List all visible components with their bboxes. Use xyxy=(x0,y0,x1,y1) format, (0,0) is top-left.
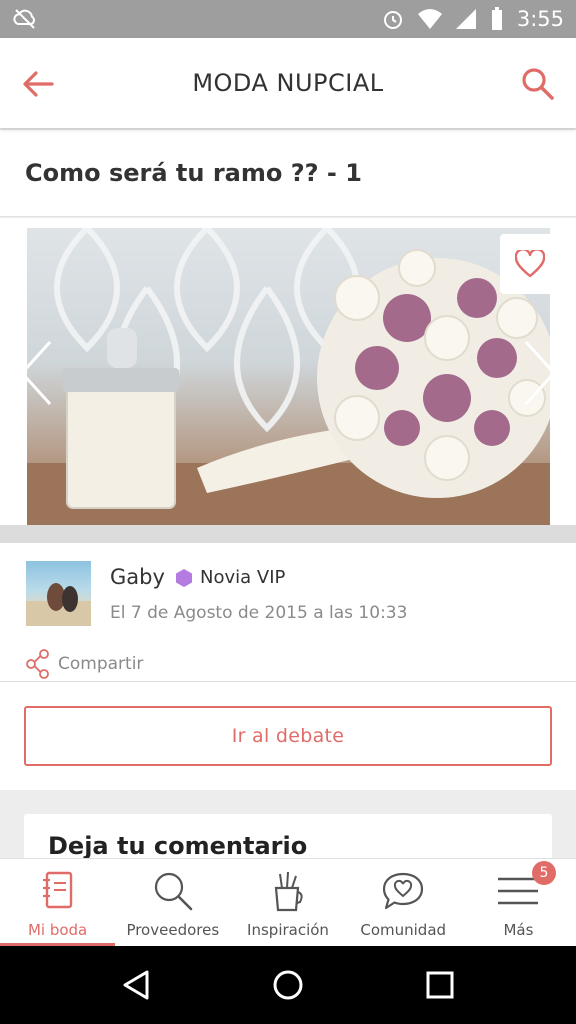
bouquet-illustration xyxy=(27,228,550,525)
alarm-icon xyxy=(383,11,402,29)
page-title: MODA NUPCIAL xyxy=(192,69,384,97)
share-button[interactable]: Compartir xyxy=(26,649,143,679)
bouquet-photo xyxy=(27,228,550,525)
search-icon xyxy=(154,872,193,911)
vip-badge: Novia VIP xyxy=(176,567,285,588)
nav-item-proveedores[interactable]: Proveedores xyxy=(115,859,230,946)
go-to-debate-button[interactable]: Ir al debate xyxy=(24,706,552,766)
menu-icon xyxy=(498,877,539,905)
cloud-off-icon xyxy=(13,9,35,29)
nav-label-comunidad: Comunidad xyxy=(360,921,447,939)
square-recents-icon xyxy=(426,971,454,999)
wifi-icon xyxy=(417,9,442,29)
nav-item-inspiracion[interactable]: Inspiración xyxy=(230,859,345,946)
carousel-bottom-divider xyxy=(0,525,576,543)
nav-item-comunidad[interactable]: Comunidad xyxy=(346,859,461,946)
search-icon xyxy=(522,68,554,100)
notification-badge: 5 xyxy=(532,861,557,885)
arrow-left-icon xyxy=(23,71,54,97)
avatar[interactable] xyxy=(26,561,91,626)
chat-heart-icon xyxy=(383,872,424,910)
system-home-button[interactable] xyxy=(266,963,310,1007)
chevron-left-icon xyxy=(19,340,52,406)
status-bar: 3:55 xyxy=(0,0,576,38)
system-back-button[interactable] xyxy=(114,963,158,1007)
post-date: El 7 de Agosto de 2015 a las 10:33 xyxy=(110,603,408,623)
nav-label-inspiracion: Inspiración xyxy=(247,921,329,939)
author-section: Gaby Novia VIP El 7 de Agosto de 2015 a … xyxy=(0,543,576,681)
share-label: Compartir xyxy=(58,654,144,674)
nav-label-proveedores: Proveedores xyxy=(126,921,220,939)
nav-item-mi-boda[interactable]: Mi boda xyxy=(0,859,116,946)
author-name[interactable]: Gaby xyxy=(110,565,165,589)
nav-label-mas: Más xyxy=(503,921,534,939)
system-nav-bar xyxy=(0,946,576,1024)
favorite-button[interactable] xyxy=(500,234,560,294)
app-bar: MODA NUPCIAL xyxy=(0,38,576,128)
previous-image-button[interactable] xyxy=(16,338,56,408)
comment-title: Deja tu comentario xyxy=(48,832,308,860)
chevron-right-icon xyxy=(524,340,557,406)
post-title: Como será tu ramo ?? - 1 xyxy=(25,159,362,187)
signal-icon xyxy=(455,9,476,29)
debate-section: Ir al debate xyxy=(0,682,576,790)
system-recents-button[interactable] xyxy=(418,963,462,1007)
nav-item-mas[interactable]: 5 Más xyxy=(461,859,576,946)
pencil-cup-icon xyxy=(274,871,303,912)
avatar-image xyxy=(26,583,91,626)
battery-icon xyxy=(491,7,502,30)
notebook-icon xyxy=(42,871,72,909)
back-button[interactable] xyxy=(20,66,56,102)
nav-label-mi-boda: Mi boda xyxy=(27,921,88,939)
next-image-button[interactable] xyxy=(520,338,560,408)
image-carousel xyxy=(0,218,576,543)
share-icon xyxy=(26,649,49,679)
triangle-back-icon xyxy=(123,970,149,1000)
search-button[interactable] xyxy=(518,64,558,104)
author-role: Novia VIP xyxy=(200,567,286,588)
bottom-nav: Mi boda Proveedores Inspiración Comunida… xyxy=(0,858,576,946)
circle-home-icon xyxy=(273,970,303,1000)
heart-icon xyxy=(515,250,545,278)
status-time: 3:55 xyxy=(516,7,564,31)
post-header: Como será tu ramo ?? - 1 xyxy=(0,130,576,217)
hexagon-icon xyxy=(176,568,192,587)
